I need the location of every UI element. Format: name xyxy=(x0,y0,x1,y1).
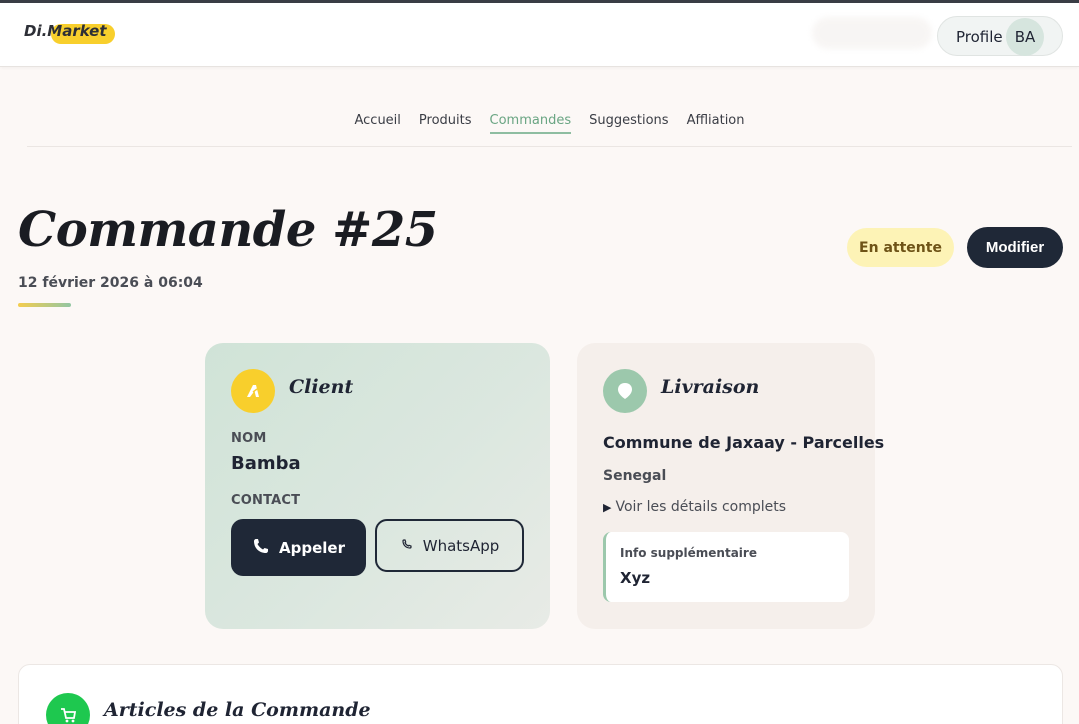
nav-item-accueil[interactable]: Accueil xyxy=(354,113,400,134)
extra-info-label: Info supplémentaire xyxy=(620,546,757,560)
call-button[interactable]: Appeler xyxy=(231,519,366,576)
caret-right-icon: ▶ xyxy=(603,500,612,514)
contact-label: CONTACT xyxy=(231,493,301,508)
whatsapp-icon xyxy=(400,537,414,555)
top-bar: Di.Market Profile BA xyxy=(0,0,1079,67)
user-icon xyxy=(231,369,275,413)
profile-button[interactable]: Profile BA xyxy=(937,16,1063,56)
nav-item-produits[interactable]: Produits xyxy=(419,113,472,134)
details-toggle[interactable]: ▶ Voir les détails complets xyxy=(603,499,786,515)
phone-icon xyxy=(252,537,270,559)
profile-label: Profile xyxy=(956,28,1003,46)
order-date: 12 février 2026 à 06:04 xyxy=(18,275,203,291)
logo-text: Di.Market xyxy=(24,22,107,40)
whatsapp-button[interactable]: WhatsApp xyxy=(375,519,524,572)
title-underline xyxy=(18,303,71,307)
extra-info-box: Info supplémentaire Xyz xyxy=(603,532,849,602)
extra-info-value: Xyz xyxy=(620,569,651,587)
order-items-panel: Articles de la Commande xyxy=(18,664,1063,724)
details-toggle-label: Voir les détails complets xyxy=(615,499,787,515)
nav-item-suggestions[interactable]: Suggestions xyxy=(589,113,668,134)
edit-button[interactable]: Modifier xyxy=(967,227,1063,268)
delivery-card: Livraison Commune de Jaxaay - Parcelles … xyxy=(577,343,884,629)
main-nav: Accueil Produits Commandes Suggestions A… xyxy=(0,113,1079,134)
avatar: BA xyxy=(1006,18,1044,56)
page-title: Commande #25 xyxy=(18,202,438,258)
cart-icon xyxy=(46,693,90,724)
order-items-title: Articles de la Commande xyxy=(104,699,371,721)
delivery-country: Senegal xyxy=(603,468,667,484)
delivery-address: Commune de Jaxaay - Parcelles xyxy=(603,433,885,452)
nav-divider xyxy=(27,146,1072,147)
status-badge: En attente xyxy=(847,228,954,267)
client-card: Client NOM Bamba CONTACT Appeler WhatsAp… xyxy=(205,343,550,629)
nav-item-affliation[interactable]: Affliation xyxy=(687,113,745,134)
nav-item-commandes[interactable]: Commandes xyxy=(489,113,572,134)
blurred-element xyxy=(812,17,932,49)
client-name: Bamba xyxy=(231,453,301,474)
delivery-card-title: Livraison xyxy=(661,376,760,398)
client-card-title: Client xyxy=(289,376,354,398)
whatsapp-label: WhatsApp xyxy=(422,536,500,555)
call-label: Appeler xyxy=(279,538,345,557)
location-pin-icon xyxy=(603,369,647,413)
name-label: NOM xyxy=(231,431,267,446)
